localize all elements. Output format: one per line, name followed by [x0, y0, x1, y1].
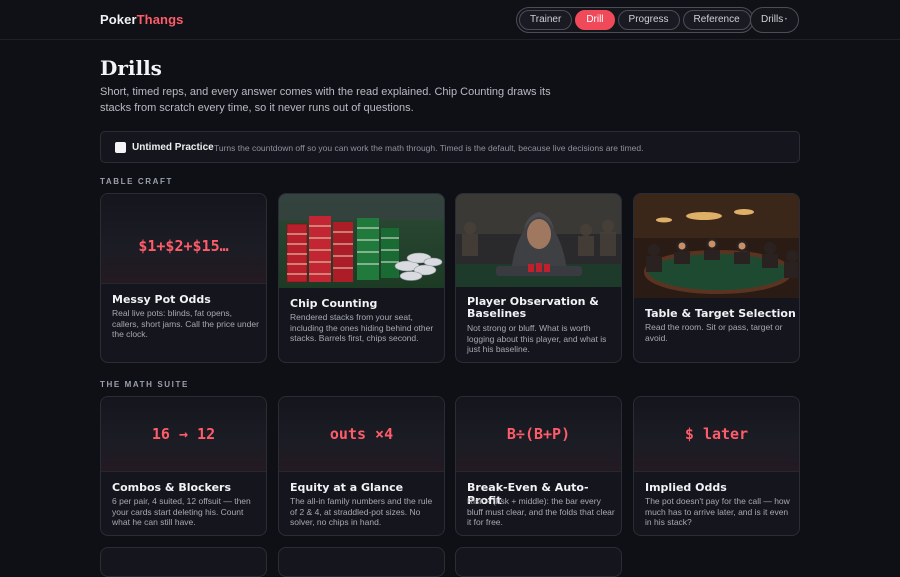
- drill-card-partial[interactable]: [455, 547, 622, 577]
- card-title: Implied Odds: [645, 481, 727, 494]
- section-title-math-suite: THE MATH SUITE: [100, 380, 189, 389]
- card-description: Rendered stacks from your seat, includin…: [290, 312, 434, 343]
- nav-reference[interactable]: Reference: [682, 10, 751, 30]
- top-bar: PokerThangs Trainer Drill Progress Refer…: [0, 0, 900, 40]
- nav-progress[interactable]: Progress: [617, 10, 680, 30]
- card-description: The pot doesn't pay for the call — how m…: [645, 496, 790, 527]
- main-nav: Trainer Drill Progress Reference: [516, 7, 754, 33]
- card-description: Not strong or bluff. What is worth loggi…: [467, 323, 607, 354]
- card-description: 6 per pair, 4 suited, 12 offsuit — then …: [112, 496, 251, 527]
- player-hoodie-image: [456, 194, 621, 287]
- card-thumbnail: $ later: [634, 397, 799, 472]
- card-title: Messy Pot Odds: [112, 293, 211, 306]
- nav-drill[interactable]: Drill: [575, 10, 615, 30]
- untimed-description: Turns the countdown off so you can work …: [214, 143, 644, 153]
- card-glyph: $1+$2+$15…: [138, 237, 229, 255]
- card-glyph: B÷(B+P): [506, 425, 571, 443]
- brand-part-2: Thangs: [136, 12, 184, 27]
- page-intro: Short, timed reps, and every answer come…: [100, 86, 551, 114]
- drill-card-table-target-selection[interactable]: Table & Target Selection Read the room. …: [633, 193, 800, 363]
- card-thumbnail: outs ×4: [279, 397, 444, 472]
- card-title: Chip Counting: [290, 297, 378, 310]
- card-glyph: $ later: [684, 425, 749, 443]
- card-glyph: outs ×4: [329, 425, 394, 443]
- page-title: Drills: [100, 56, 162, 80]
- card-title: Equity at a Glance: [290, 481, 404, 494]
- card-description: Real live pots: blinds, fat opens, calle…: [112, 308, 259, 339]
- card-thumbnail: $1+$2+$15…: [101, 194, 266, 284]
- untimed-checkbox[interactable]: [115, 142, 126, 153]
- card-title: Player Observation & Baselines: [467, 295, 599, 320]
- drill-card-messy-pot-odds[interactable]: $1+$2+$15… Messy Pot Odds Real live pots…: [100, 193, 267, 363]
- card-description: Risk ÷ (risk + middle): the bar every bl…: [467, 496, 615, 527]
- drill-card-implied-odds[interactable]: $ later Implied Odds The pot doesn't pay…: [633, 396, 800, 536]
- chip-stacks-image: [279, 194, 444, 288]
- poker-room-image: [634, 194, 799, 298]
- drills-menu-button[interactable]: Drills •: [750, 7, 799, 33]
- card-description: The all-in family numbers and the rule o…: [290, 496, 433, 527]
- drill-card-combos-blockers[interactable]: 16 → 12 Combos & Blockers 6 per pair, 4 …: [100, 396, 267, 536]
- drill-card-partial[interactable]: [100, 547, 267, 577]
- drills-menu-label: Drills: [761, 14, 784, 25]
- drill-card-equity-at-a-glance[interactable]: outs ×4 Equity at a Glance The all-in fa…: [278, 396, 445, 536]
- dropdown-dot-icon: •: [784, 17, 787, 23]
- section-title-table-craft: TABLE CRAFT: [100, 177, 173, 186]
- card-thumbnail: 16 → 12: [101, 397, 266, 472]
- drill-card-partial[interactable]: [278, 547, 445, 577]
- untimed-label: Untimed Practice: [132, 142, 214, 153]
- card-description: Read the room. Sit or pass, target or av…: [645, 322, 783, 343]
- card-title: Table & Target Selection: [645, 307, 796, 320]
- brand-logo[interactable]: PokerThangs: [100, 12, 183, 27]
- card-thumbnail: B÷(B+P): [456, 397, 621, 472]
- drill-card-chip-counting[interactable]: Chip Counting Rendered stacks from your …: [278, 193, 445, 363]
- untimed-practice-row[interactable]: Untimed Practice Turns the countdown off…: [100, 131, 800, 163]
- drill-card-player-observation[interactable]: Player Observation & Baselines Not stron…: [455, 193, 622, 363]
- nav-trainer[interactable]: Trainer: [519, 10, 573, 30]
- brand-part-1: Poker: [100, 12, 137, 27]
- drill-card-break-even-auto-profit[interactable]: B÷(B+P) Break-Even & Auto-Profit Risk ÷ …: [455, 396, 622, 536]
- card-glyph: 16 → 12: [151, 425, 216, 443]
- card-title: Combos & Blockers: [112, 481, 232, 494]
